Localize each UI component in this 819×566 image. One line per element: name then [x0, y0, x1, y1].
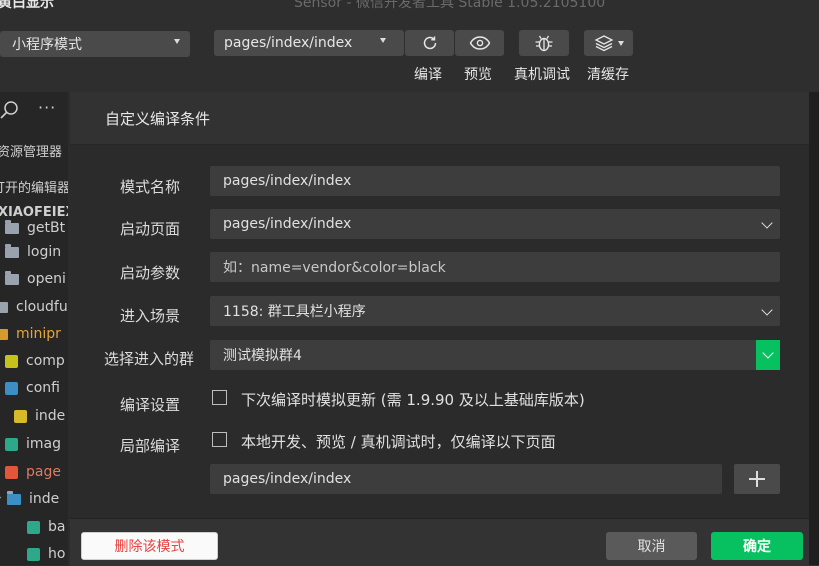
add-page-button[interactable] — [734, 464, 780, 494]
chevron-down-icon — [761, 304, 773, 316]
cancel-button[interactable]: 取消 — [606, 532, 697, 560]
partial-compile-checkbox[interactable] — [212, 432, 227, 447]
chevron-down-icon — [761, 217, 773, 229]
components-folder-icon — [5, 354, 18, 368]
tree-item[interactable]: imag — [5, 432, 61, 456]
folder-icon — [0, 301, 8, 313]
mode-name-label: 模式名称 — [120, 178, 181, 196]
delete-mode-button[interactable]: 删除该模式 — [81, 532, 218, 560]
partial-compile-label: 局部编译 — [120, 437, 181, 455]
folder-icon — [5, 219, 19, 234]
tree-item[interactable]: cloudfu — [0, 295, 68, 319]
start-params-placeholder: 如：name=vendor&color=black — [223, 260, 446, 276]
start-page-label: 启动页面 — [120, 220, 181, 238]
explorer-header: 资源管理器 — [0, 144, 63, 160]
window-title-fragment: 黄白显示 — [0, 0, 54, 10]
image-folder-icon — [5, 437, 18, 451]
window-title: Sensor - 微信开发者工具 Stable 1.05.2105100 — [294, 0, 606, 10]
top-toolbar: 黄白显示 Sensor - 微信开发者工具 Stable 1.05.210510… — [0, 0, 819, 92]
chevron-down-icon: ▾ — [0, 494, 1, 505]
chevron-down-icon — [762, 347, 774, 359]
partial-compile-text: 本地开发、预览 / 真机调试时，仅编译以下页面 — [241, 433, 556, 451]
config-folder-icon — [5, 381, 18, 395]
compile-label: 编译 — [414, 67, 442, 83]
tree-item[interactable]: login — [5, 240, 61, 264]
custom-compile-dialog: 自定义编译条件 模式名称 pages/index/index 启动页面 page… — [70, 92, 819, 566]
dialog-title: 自定义编译条件 — [105, 110, 211, 128]
image-file-icon — [27, 520, 40, 534]
mode-select-value: 小程序模式 — [12, 37, 82, 53]
bug-icon — [535, 35, 553, 52]
page-select-value: pages/index/index — [224, 35, 353, 51]
folder-icon — [5, 270, 19, 285]
preview-label: 预览 — [464, 67, 492, 83]
tree-item[interactable]: comp — [5, 349, 65, 373]
image-file-icon — [27, 547, 40, 561]
right-panel-edge — [809, 92, 819, 565]
caret-down-icon — [617, 40, 624, 46]
partial-page-input[interactable]: pages/index/index — [210, 464, 722, 494]
remote-debug-label: 真机调试 — [514, 67, 570, 83]
scene-label: 进入场景 — [120, 307, 181, 325]
js-file-icon — [14, 409, 27, 423]
start-params-label: 启动参数 — [120, 264, 181, 282]
tree-item[interactable]: confi — [5, 376, 60, 400]
dialog-header: 自定义编译条件 — [70, 92, 819, 145]
caret-down-icon — [380, 38, 386, 43]
tree-item[interactable]: page — [5, 460, 61, 484]
layers-icon — [594, 35, 613, 52]
caret-down-icon — [174, 39, 180, 44]
simulate-update-checkbox[interactable] — [212, 390, 227, 405]
compile-settings-label: 编译设置 — [120, 396, 181, 414]
group-select[interactable]: 测试模拟群4 — [210, 340, 780, 370]
group-dropdown-button[interactable] — [756, 340, 780, 370]
file-explorer: ··· 资源管理器 打开的编辑器 XIAOFEIEXI getBt login … — [0, 92, 68, 565]
group-label: 选择进入的群 — [104, 350, 195, 368]
compile-button[interactable] — [405, 30, 454, 56]
tree-item[interactable]: ho — [27, 542, 65, 565]
refresh-icon — [423, 36, 436, 50]
folder-icon — [5, 243, 19, 258]
tree-item[interactable]: openi — [5, 267, 66, 291]
clear-cache-button[interactable] — [584, 30, 633, 56]
start-params-input[interactable]: 如：name=vendor&color=black — [210, 252, 780, 282]
more-icon[interactable]: ··· — [38, 98, 56, 117]
folder-open-icon — [0, 328, 8, 340]
tree-item[interactable]: ▾ inde — [0, 487, 59, 511]
clear-cache-label: 清缓存 — [587, 67, 629, 83]
search-icon[interactable] — [0, 100, 20, 120]
eye-icon — [469, 36, 490, 50]
mode-select[interactable]: 小程序模式 — [0, 31, 190, 57]
tree-item[interactable]: minipr — [0, 322, 61, 346]
pages-folder-icon — [5, 465, 18, 479]
dialog-footer: 删除该模式 取消 确定 — [70, 518, 819, 566]
preview-button[interactable] — [455, 30, 504, 56]
remote-debug-button[interactable] — [519, 30, 569, 56]
open-editors-section[interactable]: 打开的编辑器 — [0, 174, 68, 198]
tree-item[interactable]: ba — [27, 515, 65, 539]
confirm-button[interactable]: 确定 — [711, 532, 803, 560]
tree-item[interactable]: getBt — [5, 216, 65, 240]
folder-open-icon — [7, 490, 22, 505]
start-page-select[interactable]: pages/index/index — [210, 209, 780, 239]
scene-select[interactable]: 1158: 群工具栏小程序 — [210, 296, 780, 326]
simulate-update-text: 下次编译时模拟更新 (需 1.9.90 及以上基础库版本) — [241, 391, 585, 409]
mode-name-input[interactable]: pages/index/index — [210, 166, 780, 196]
page-select[interactable]: pages/index/index — [214, 30, 404, 56]
tree-item[interactable]: inde — [14, 404, 65, 428]
